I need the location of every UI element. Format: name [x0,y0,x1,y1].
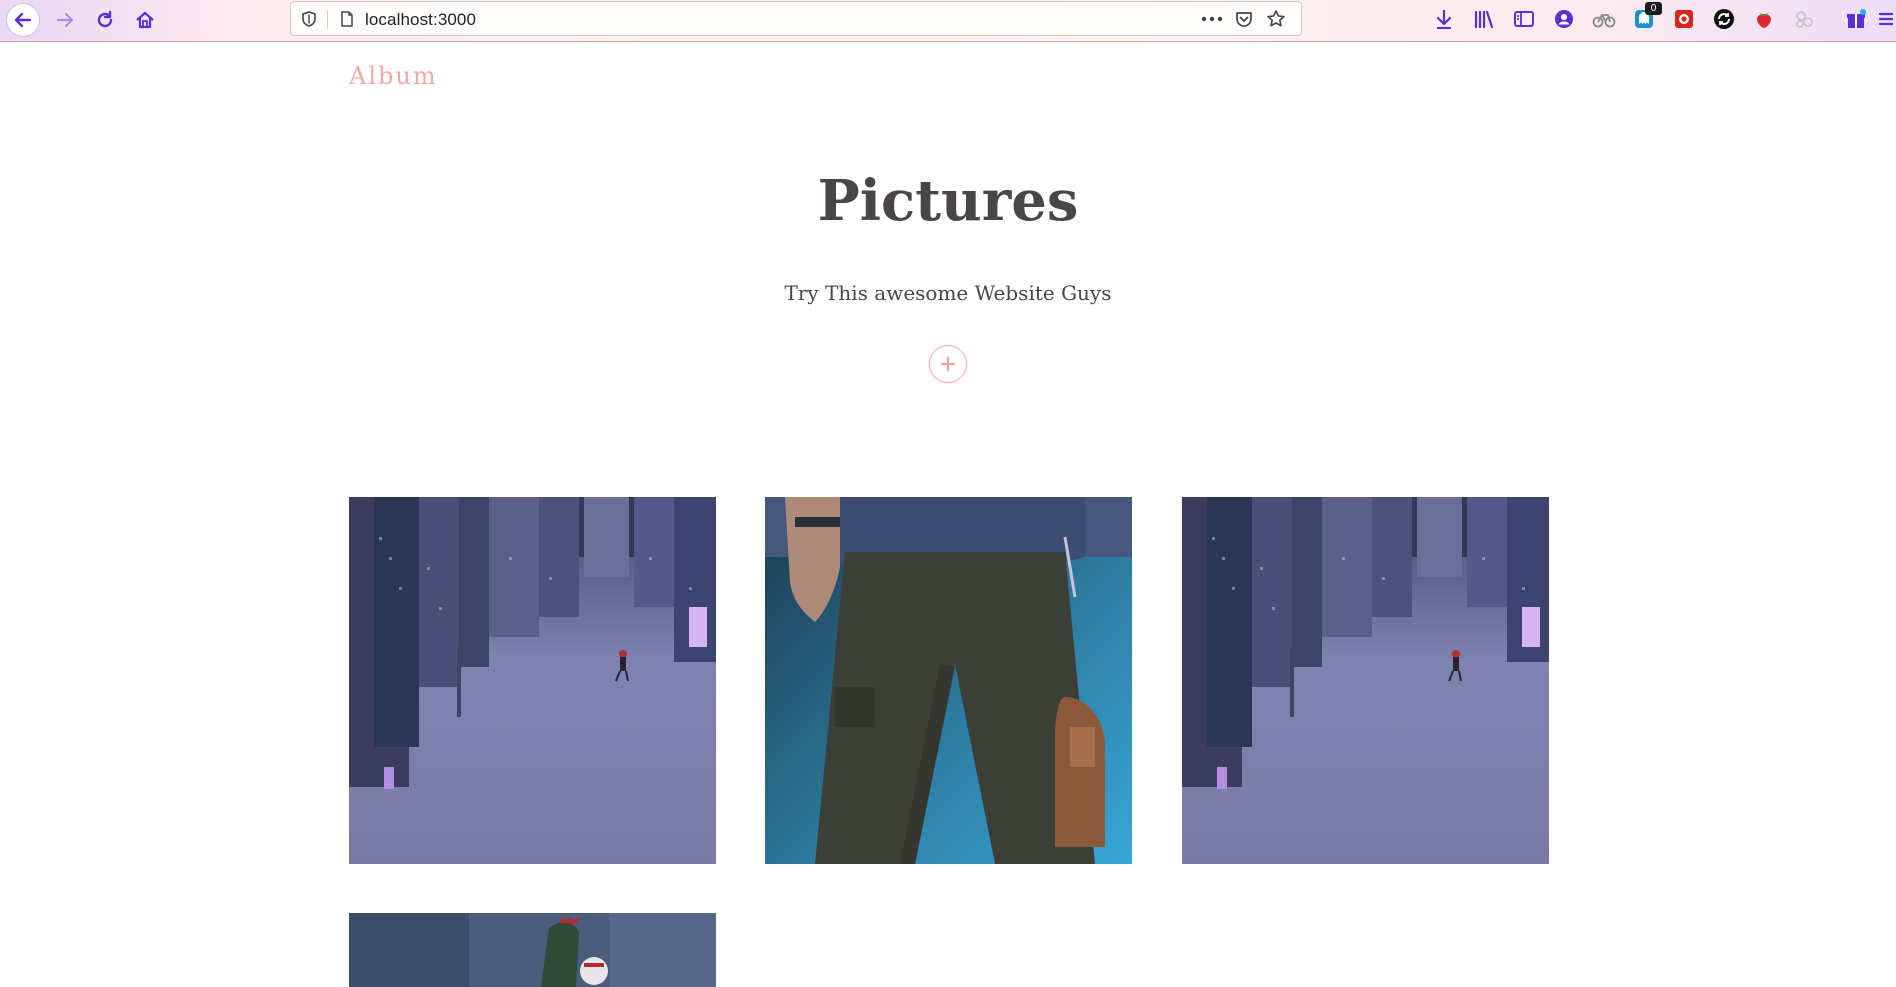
sync-extension-icon[interactable] [1710,5,1738,33]
back-button[interactable] [6,3,40,37]
add-picture-button[interactable]: + [929,345,967,383]
pocket-icon[interactable] [1231,7,1257,31]
extension-badge: 0 [1645,2,1662,15]
ghostery-extension-icon[interactable]: 0 [1630,2,1662,33]
page-title: Pictures [817,168,1079,234]
red-extension-icon[interactable] [1670,5,1698,33]
gallery-photo[interactable] [349,913,716,987]
bookmark-star-icon[interactable] [1263,7,1289,31]
city-photo-image [349,497,716,864]
city-photo-image [1182,497,1549,864]
person-photo-image [765,497,1132,864]
address-bar[interactable]: localhost:3000 [290,1,1302,36]
forward-button[interactable] [48,3,82,37]
gallery-photo[interactable] [1182,497,1549,864]
sidebar-icon[interactable] [1510,5,1538,33]
gift-icon[interactable] [1842,5,1870,33]
home-button[interactable] [128,3,162,37]
menu-icon[interactable] [1874,5,1896,33]
spider-verse-photo-image [349,913,716,987]
download-icon[interactable] [1430,5,1458,33]
browser-toolbar: localhost:3000 0 [0,0,1896,42]
page-info-icon[interactable] [335,7,359,31]
gallery-photo[interactable] [765,497,1132,864]
account-icon[interactable] [1550,5,1578,33]
bicycle-extension-icon[interactable] [1590,5,1618,33]
page-actions-icon[interactable] [1199,7,1225,31]
home-icon [136,11,154,29]
arrow-left-icon [14,12,32,28]
library-icon[interactable] [1470,5,1498,33]
reload-icon [97,10,113,28]
plus-icon: + [938,351,958,377]
tracking-protection-shield-icon[interactable] [297,7,321,31]
page-subtitle: Try This awesome Website Guys [784,281,1112,305]
strawberry-extension-icon[interactable] [1750,5,1778,33]
arrow-right-icon [56,12,74,28]
reload-button[interactable] [88,3,122,37]
urlbar-divider [327,10,328,29]
gallery-photo[interactable] [349,497,716,864]
url-text[interactable]: localhost:3000 [365,10,476,30]
brand-logo[interactable]: Album [349,62,438,90]
faded-extension-icon[interactable] [1790,5,1818,33]
